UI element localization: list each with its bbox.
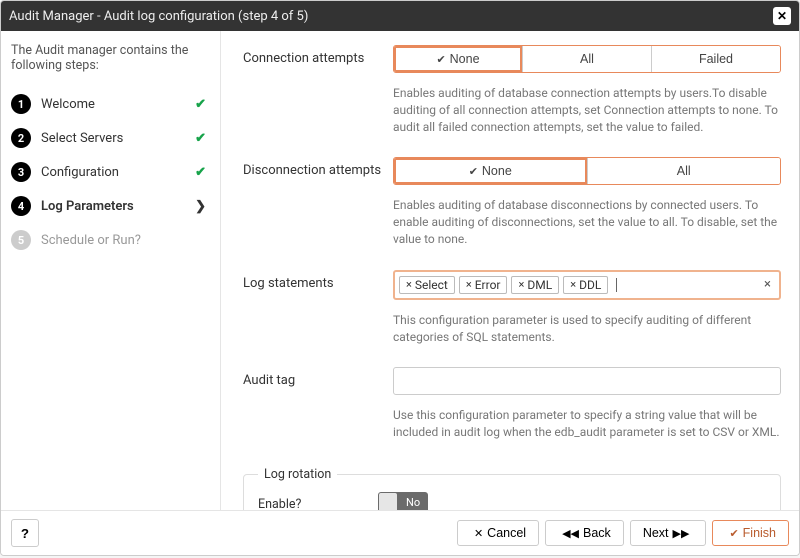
step-label: Select Servers [41,131,189,146]
toggle-knob [379,493,397,510]
disconnection-attempts-segmented: None All [393,157,781,185]
remove-tag-icon[interactable]: × [570,278,576,291]
close-icon: ✕ [474,527,483,540]
disconnection-attempts-help: Enables auditing of database disconnecti… [393,197,781,247]
step-number: 1 [11,94,31,114]
remove-tag-icon[interactable]: × [466,278,472,291]
step-number: 5 [11,230,31,250]
conn-option-all[interactable]: All [522,46,651,72]
disc-option-all[interactable]: All [587,158,781,184]
step-label: Log Parameters [41,199,191,214]
tag-error[interactable]: ×Error [459,276,508,294]
titlebar: Audit Manager - Audit log configuration … [1,1,799,31]
dialog-footer: ? ✕Cancel ◀◀Back Next▶▶ ✔Finish [1,510,799,555]
step-label: Welcome [41,97,189,112]
clear-all-tags-icon[interactable]: × [760,277,775,292]
conn-option-none[interactable]: None [394,46,522,72]
enable-label: Enable? [258,497,378,510]
connection-attempts-help: Enables auditing of database connection … [393,85,781,135]
rewind-icon: ◀◀ [562,527,579,540]
cancel-button[interactable]: ✕Cancel [457,520,539,546]
form-panel: Connection attempts None All Failed Enab… [221,31,799,510]
next-button[interactable]: Next▶▶ [630,520,707,546]
enable-toggle[interactable]: No [378,492,428,510]
step-log-parameters[interactable]: 4 Log Parameters ❯ [11,189,206,223]
remove-tag-icon[interactable]: × [518,278,524,291]
log-statements-label: Log statements [243,270,393,291]
step-configuration[interactable]: 3 Configuration ✔ [11,155,206,189]
dialog-title: Audit Manager - Audit log configuration … [9,9,773,24]
step-schedule-or-run[interactable]: 5 Schedule or Run? [11,223,206,257]
finish-button[interactable]: ✔Finish [712,520,789,546]
audit-tag-help: Use this configuration parameter to spec… [393,407,781,441]
disc-option-none[interactable]: None [394,158,587,184]
back-button[interactable]: ◀◀Back [545,520,624,546]
tag-ddl[interactable]: ×DDL [563,276,608,294]
sidebar-intro: The Audit manager contains the following… [11,43,206,73]
log-statements-help: This configuration parameter is used to … [393,312,781,346]
step-welcome[interactable]: 1 Welcome ✔ [11,87,206,121]
connection-attempts-label: Connection attempts [243,45,393,66]
text-cursor [616,278,617,292]
step-select-servers[interactable]: 2 Select Servers ✔ [11,121,206,155]
forward-icon: ▶▶ [673,527,690,540]
chevron-right-icon: ❯ [195,199,206,214]
audit-manager-dialog: Audit Manager - Audit log configuration … [0,0,800,556]
step-number: 3 [11,162,31,182]
close-icon[interactable]: ✕ [773,7,791,25]
log-statements-input[interactable]: ×Select ×Error ×DML ×DDL × [393,270,781,300]
step-number: 4 [11,196,31,216]
check-icon: ✔ [195,131,206,146]
step-label: Configuration [41,165,189,180]
audit-tag-label: Audit tag [243,367,393,388]
remove-tag-icon[interactable]: × [406,278,412,291]
audit-tag-input[interactable] [393,367,781,395]
connection-attempts-segmented: None All Failed [393,45,781,73]
log-rotation-fieldset: Log rotation Enable? No Day None [243,467,781,510]
disconnection-attempts-label: Disconnection attempts [243,157,393,178]
check-icon: ✔ [729,527,738,540]
check-icon: ✔ [195,165,206,180]
step-number: 2 [11,128,31,148]
log-rotation-legend: Log rotation [258,467,337,482]
step-label: Schedule or Run? [41,233,206,248]
toggle-text: No [398,496,428,509]
conn-option-failed[interactable]: Failed [651,46,780,72]
tag-dml[interactable]: ×DML [511,276,559,294]
help-button[interactable]: ? [11,519,39,547]
tag-select[interactable]: ×Select [399,276,455,294]
check-icon: ✔ [195,97,206,112]
wizard-sidebar: The Audit manager contains the following… [1,31,221,510]
